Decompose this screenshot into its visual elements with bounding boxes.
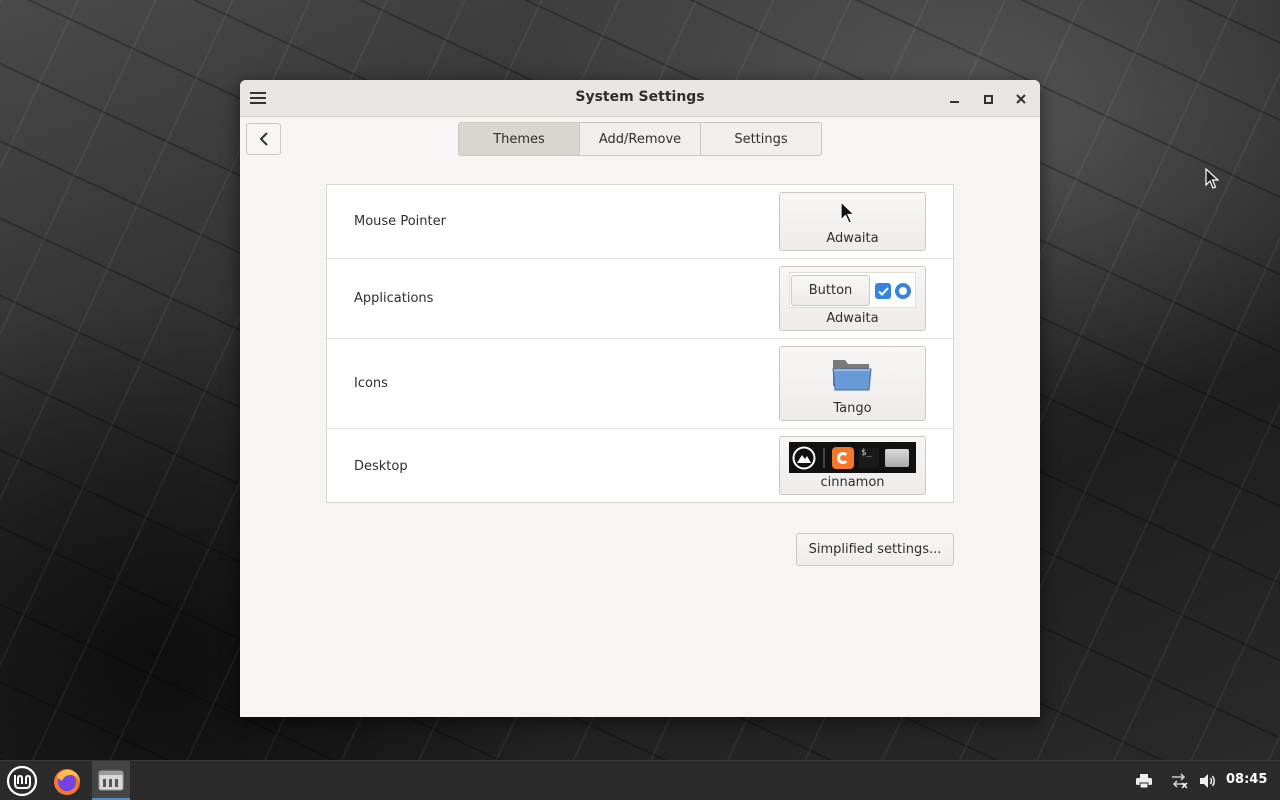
- preview-button: Button: [791, 275, 870, 306]
- clock[interactable]: 08:45: [1226, 772, 1267, 787]
- system-settings-icon: [98, 770, 124, 790]
- tab-themes[interactable]: Themes: [459, 123, 580, 155]
- theme-name: cinnamon: [820, 475, 885, 490]
- folder-icon: [832, 360, 872, 391]
- volume-icon[interactable]: [1197, 761, 1219, 800]
- row-label: Desktop: [354, 459, 408, 474]
- simplified-settings-button[interactable]: Simplified settings...: [796, 533, 954, 566]
- radio-selected-icon: [895, 283, 911, 299]
- window-title: System Settings: [575, 89, 705, 105]
- icons-theme-button[interactable]: Tango: [779, 346, 926, 421]
- themes-list: Mouse Pointer Adwaita Applications Butto…: [326, 184, 954, 503]
- list-item-applications: Applications Button Adwaita: [327, 259, 953, 339]
- pointer-preview-icon: [840, 201, 856, 224]
- printer-icon[interactable]: [1134, 761, 1154, 800]
- maximize-button[interactable]: [978, 89, 998, 109]
- row-label: Icons: [354, 376, 388, 391]
- back-button[interactable]: [246, 123, 281, 155]
- firefox-launcher[interactable]: [48, 761, 86, 800]
- applications-theme-button[interactable]: Button Adwaita: [779, 266, 926, 331]
- terminal-icon: $_: [859, 447, 879, 468]
- tab-add-remove[interactable]: Add/Remove: [580, 123, 701, 155]
- minimize-button[interactable]: [944, 89, 964, 109]
- firefox-icon: [832, 446, 854, 469]
- row-label: Mouse Pointer: [354, 214, 446, 229]
- close-icon: [1016, 94, 1026, 104]
- desktop-theme-button[interactable]: $_ cinnamon: [779, 436, 926, 495]
- theme-name: Adwaita: [826, 231, 879, 246]
- taskbar-item-system-settings[interactable]: [92, 761, 130, 800]
- tab-settings[interactable]: Settings: [701, 123, 821, 155]
- mint-menu-button[interactable]: [4, 761, 40, 800]
- cinnamon-logo-icon: [792, 446, 816, 469]
- maximize-icon: [983, 94, 993, 104]
- gtk-preview: Button: [789, 272, 916, 308]
- theme-name: Adwaita: [826, 311, 879, 326]
- title-bar: System Settings: [240, 80, 1040, 117]
- firefox-icon: [54, 769, 80, 795]
- linux-mint-logo-icon: [6, 765, 38, 797]
- taskbar: 08:45: [0, 760, 1280, 800]
- row-label: Applications: [354, 291, 434, 306]
- tab-bar: Themes Add/Remove Settings: [458, 122, 822, 156]
- chevron-left-icon: [259, 132, 268, 146]
- mouse-pointer-theme-button[interactable]: Adwaita: [779, 192, 926, 251]
- list-item-icons: Icons Tango: [327, 339, 953, 429]
- panel-preview: $_: [789, 442, 916, 473]
- mouse-cursor-icon: [1205, 168, 1219, 189]
- files-icon: [885, 448, 909, 467]
- system-settings-window: System Settings Themes Add/Remove Settin…: [240, 80, 1040, 717]
- close-button[interactable]: [1011, 89, 1031, 109]
- list-item-desktop: Desktop $_ cinnamon: [327, 429, 953, 503]
- minimize-icon: [949, 101, 959, 103]
- list-item-mouse-pointer: Mouse Pointer Adwaita: [327, 185, 953, 259]
- checkbox-checked-icon: [875, 283, 891, 299]
- network-disconnected-icon[interactable]: [1168, 761, 1190, 800]
- theme-name: Tango: [833, 401, 872, 416]
